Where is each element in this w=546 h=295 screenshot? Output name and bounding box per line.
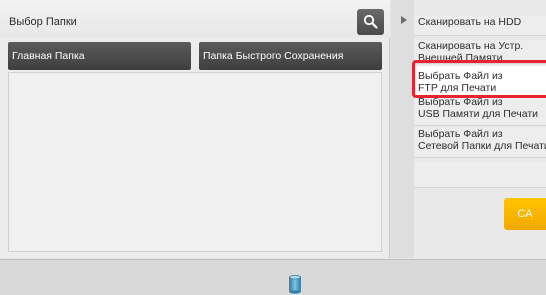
main-folder-button[interactable]: Главная Папка <box>8 42 191 70</box>
storage-icon[interactable] <box>289 275 301 294</box>
highlight-frame <box>412 60 546 98</box>
bottom-bar <box>0 259 546 295</box>
folder-list-area <box>8 72 382 252</box>
menu-item-label-2: Сетевой Папки для Печати <box>418 140 546 152</box>
menu-item-print-from-network[interactable]: Выбрать Файл из Сетевой Папки для Печати <box>414 128 546 158</box>
folder-title-bar: Выбор Папки <box>0 0 390 38</box>
search-icon <box>363 14 378 29</box>
folder-select-panel: Выбор Папки Главная Папка Папка Быстрого… <box>0 0 390 258</box>
menu-item-empty <box>414 162 546 188</box>
menu-item-label: Сканировать на Устр. <box>418 40 524 52</box>
play-arrow-icon <box>401 16 407 24</box>
ca-button[interactable]: CA <box>504 198 546 230</box>
menu-item-scan-to-hdd[interactable]: Сканировать на HDD <box>414 16 546 36</box>
menu-item-label: Выбрать Файл из <box>418 128 503 140</box>
search-button[interactable] <box>357 9 384 35</box>
menu-item-print-from-usb[interactable]: Выбрать Файл из USB Памяти для Печати <box>414 96 546 126</box>
menu-item-label: Сканировать на HDD <box>418 16 522 28</box>
menu-item-label-2: USB Памяти для Печати <box>418 108 539 120</box>
screen: Выбор Папки Главная Папка Папка Быстрого… <box>0 0 546 295</box>
quick-folder-button[interactable]: Папка Быстрого Сохранения <box>199 42 382 70</box>
action-panel-toggle[interactable] <box>391 0 414 258</box>
folder-select-title: Выбор Папки <box>9 16 77 28</box>
